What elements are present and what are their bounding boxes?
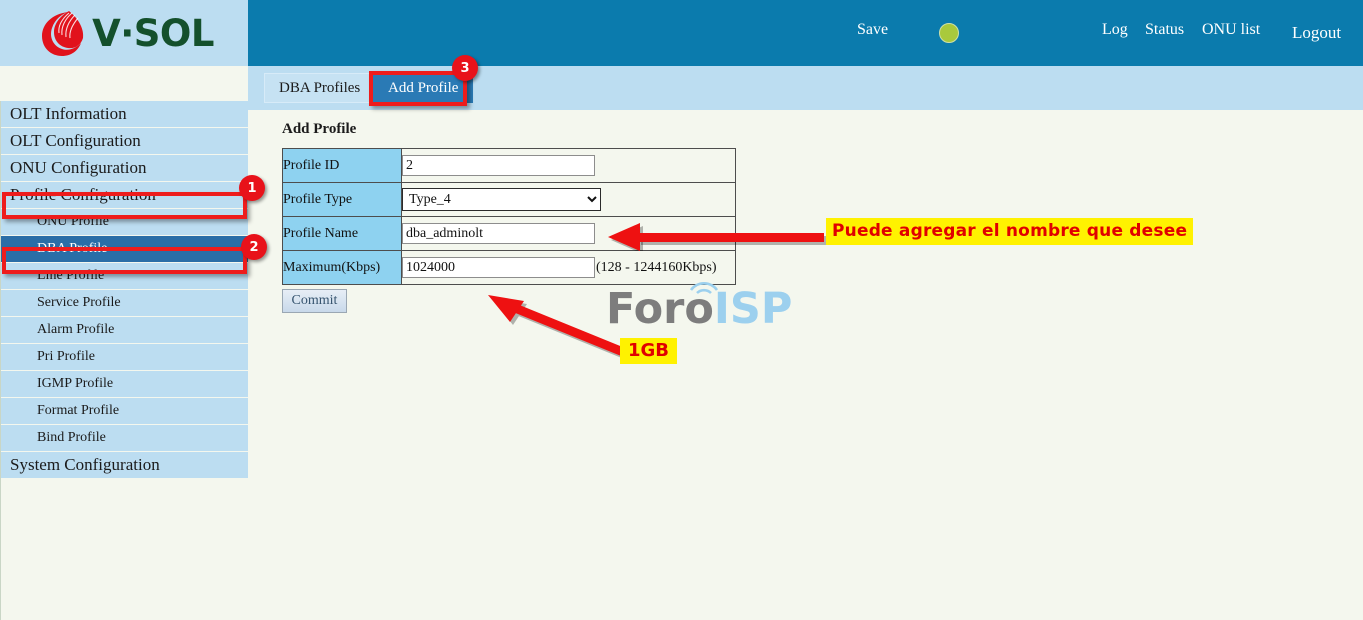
- sidebar-item-system-configuration[interactable]: System Configuration: [1, 452, 248, 478]
- maximum-kbps-label: Maximum(Kbps): [282, 250, 402, 285]
- sidebar-item-onu-configuration[interactable]: ONU Configuration: [1, 155, 248, 181]
- sidebar-item-label: Alarm Profile: [37, 322, 115, 337]
- sidebar-item-label: Line Profile: [37, 268, 105, 283]
- maximum-kbps-cell: (128 - 1244160Kbps): [401, 250, 736, 285]
- sidebar-item-bind-profile[interactable]: Bind Profile: [1, 425, 248, 451]
- sidebar-item-label: ONU Profile: [37, 214, 109, 229]
- onu-list-link[interactable]: ONU list: [1202, 21, 1260, 39]
- add-profile-form: Profile ID Profile Type Type_4 Profile N…: [282, 148, 736, 285]
- sidebar-item-label: DBA Profile: [37, 241, 108, 256]
- sidebar-item-label: OLT Configuration: [10, 131, 141, 150]
- sidebar-item-pri-profile[interactable]: Pri Profile: [1, 344, 248, 370]
- brand-logo: V·SOL: [38, 8, 214, 58]
- sidebar-item-line-profile[interactable]: Line Profile: [1, 263, 248, 289]
- maximum-kbps-input[interactable]: [402, 257, 595, 278]
- table-row: Profile Name: [282, 216, 736, 251]
- tab-bar: DBA Profiles Add Profile: [248, 66, 1363, 110]
- vsol-flame-logo-icon: [42, 11, 84, 56]
- status-dot-icon: [939, 23, 959, 43]
- sidebar-item-label: Pri Profile: [37, 349, 95, 364]
- table-row: Profile Type Type_4: [282, 182, 736, 217]
- profile-name-label: Profile Name: [282, 216, 402, 251]
- brand-logo-text: V·SOL: [92, 11, 214, 55]
- foroisp-watermark: ForoISP: [606, 282, 792, 331]
- sidebar-item-label: Service Profile: [37, 295, 121, 310]
- sidebar-item-label: Profile Configuration: [10, 185, 156, 204]
- sidebar-item-label: Format Profile: [37, 403, 120, 418]
- profile-id-label: Profile ID: [282, 148, 402, 183]
- sidebar-item-olt-information[interactable]: OLT Information: [1, 101, 248, 127]
- sidebar-item-label: Bind Profile: [37, 430, 106, 445]
- table-row: Maximum(Kbps) (128 - 1244160Kbps): [282, 250, 736, 285]
- tab-add-profile-label: Add Profile: [388, 79, 459, 96]
- logo-panel: V·SOL: [0, 0, 248, 66]
- maximum-kbps-range-hint: (128 - 1244160Kbps): [596, 259, 717, 275]
- commit-button[interactable]: Commit: [282, 289, 347, 313]
- sidebar-item-igmp-profile[interactable]: IGMP Profile: [1, 371, 248, 397]
- sidebar-item-onu-profile[interactable]: ONU Profile: [1, 209, 248, 235]
- sidebar-item-label: System Configuration: [10, 455, 160, 474]
- profile-type-cell: Type_4: [401, 182, 736, 217]
- sidebar-item-alarm-profile[interactable]: Alarm Profile: [1, 317, 248, 343]
- profile-type-select[interactable]: Type_4: [402, 188, 601, 211]
- sidebar-item-service-profile[interactable]: Service Profile: [1, 290, 248, 316]
- main-content: Add Profile Profile ID Profile Type Type…: [248, 110, 1363, 620]
- sidebar-item-dba-profile[interactable]: DBA Profile: [1, 236, 248, 262]
- log-link[interactable]: Log: [1102, 21, 1128, 39]
- page-title: Add Profile: [282, 121, 357, 137]
- save-button[interactable]: Save: [857, 21, 888, 39]
- tab-dba-profiles[interactable]: DBA Profiles: [264, 73, 376, 103]
- status-link[interactable]: Status: [1145, 21, 1184, 39]
- profile-name-input[interactable]: [402, 223, 595, 244]
- annotation-note-profile-name: Puede agregar el nombre que desee: [826, 218, 1194, 245]
- annotation-badge-3: 3: [452, 55, 478, 81]
- wifi-signal-icon: [689, 282, 719, 295]
- tab-dba-profiles-label: DBA Profiles: [279, 79, 361, 96]
- sidebar-item-format-profile[interactable]: Format Profile: [1, 398, 248, 424]
- sidebar-item-label: IGMP Profile: [37, 376, 114, 391]
- sidebar-item-label: OLT Information: [10, 104, 127, 123]
- annotation-badge-2: 2: [241, 234, 267, 260]
- annotation-note-1gb: 1GB: [620, 338, 678, 364]
- sidebar-item-olt-configuration[interactable]: OLT Configuration: [1, 128, 248, 154]
- annotation-badge-1: 1: [239, 175, 265, 201]
- sidebar-item-profile-configuration[interactable]: Profile Configuration: [1, 182, 248, 208]
- top-bar: V·SOL Save Log Status ONU list Logout: [0, 0, 1363, 66]
- profile-id-cell: [401, 148, 736, 183]
- profile-id-input[interactable]: [402, 155, 595, 176]
- table-row: Profile ID: [282, 148, 736, 183]
- sidebar-item-label: ONU Configuration: [10, 158, 147, 177]
- logout-link[interactable]: Logout: [1292, 23, 1341, 43]
- profile-type-label: Profile Type: [282, 182, 402, 217]
- sidebar-nav: OLT Information OLT Configuration ONU Co…: [0, 101, 248, 620]
- header-bar: Save Log Status ONU list Logout: [248, 0, 1363, 66]
- watermark-isp-text: ISP: [713, 284, 793, 334]
- profile-name-cell: [401, 216, 736, 251]
